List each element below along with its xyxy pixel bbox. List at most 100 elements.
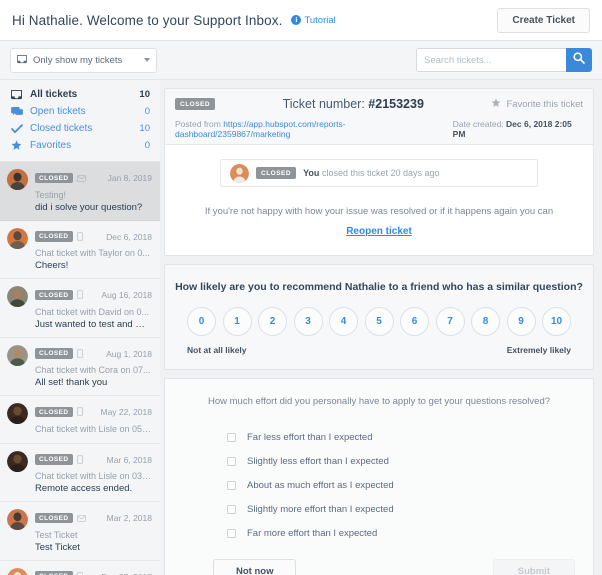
nps-score-4[interactable]: 4 (329, 307, 358, 336)
page-title: Hi Nathalie. Welcome to your Support Inb… (12, 13, 282, 28)
favorite-ticket-button[interactable]: Favorite this ticket (491, 95, 583, 113)
effort-option-about-as-much[interactable]: About as much effort as I expected (227, 473, 583, 497)
closed-note-text: You closed this ticket 20 days ago (303, 168, 439, 178)
ticket-header-meta: Posted from https://app.hubspot.com/repo… (175, 113, 583, 144)
ticket-list-item[interactable]: CLOSED Mar 2, 2018 Test Ticket Test Tick… (0, 502, 160, 561)
ticket-list-item[interactable]: CLOSED Dec 27, 2017 (0, 561, 160, 575)
ticket-list-item[interactable]: CLOSED Dec 6, 2018 Chat ticket with Tayl… (0, 221, 160, 280)
top-bar: Hi Nathalie. Welcome to your Support Inb… (0, 0, 602, 41)
avatar (7, 403, 28, 424)
sidebar-item-closed-tickets[interactable]: Closed tickets 10 (10, 120, 150, 137)
email-icon (77, 169, 86, 187)
ticket-list-item[interactable]: CLOSED Aug 16, 2018 Chat ticket with Dav… (0, 279, 160, 338)
chat-icon (77, 286, 83, 304)
effort-options: Far less effort than I expected Slightly… (227, 425, 583, 545)
effort-option-far-more[interactable]: Far more effort than I expected (227, 521, 583, 545)
ticket-content: CLOSED Mar 6, 2018 Chat ticket with Lisl… (35, 451, 152, 495)
tutorial-link-label[interactable]: Tutorial (304, 15, 335, 26)
ticket-header: CLOSED Ticket number: #2153239 Favorite … (165, 89, 593, 145)
ticket-content: CLOSED Dec 27, 2017 (35, 568, 152, 575)
checkbox-icon[interactable] (227, 529, 236, 538)
sidebar-item-open-tickets[interactable]: Open tickets 0 (10, 103, 150, 120)
nps-score-1[interactable]: 1 (223, 307, 252, 336)
sidebar-item-label: Open tickets (30, 106, 138, 117)
nps-scale[interactable]: 0 1 2 3 4 5 6 7 8 9 10 (175, 307, 583, 336)
sidebar: All tickets 10 Open tickets 0 Closed tic… (0, 80, 160, 575)
nps-score-10[interactable]: 10 (542, 307, 571, 336)
checkbox-icon[interactable] (227, 457, 236, 466)
survey-actions: Not now Submit (213, 559, 575, 575)
status-badge: CLOSED (35, 290, 73, 301)
ticket-subject: Chat ticket with Taylor on 0... (35, 248, 152, 258)
create-ticket-button[interactable]: Create Ticket (497, 8, 590, 33)
search-input[interactable] (416, 48, 566, 72)
nps-score-2[interactable]: 2 (258, 307, 287, 336)
ticket-list[interactable]: CLOSED Jan 8, 2019 Testing! did i solve … (0, 162, 160, 575)
chat-icon (10, 107, 23, 117)
nps-score-5[interactable]: 5 (365, 307, 394, 336)
nps-score-7[interactable]: 7 (436, 307, 465, 336)
status-badge: CLOSED (35, 231, 73, 242)
date-created: Date created: Dec 6, 2018 2:05 PM (453, 119, 583, 139)
ticket-snippet: Just wanted to test and ma... (35, 319, 152, 330)
checkbox-icon[interactable] (227, 481, 236, 490)
ticket-content: CLOSED Aug 1, 2018 Chat ticket with Cora… (35, 345, 152, 389)
avatar (7, 228, 28, 249)
ticket-body: CLOSED You closed this ticket 20 days ag… (165, 145, 593, 255)
avatar (7, 568, 28, 575)
checkbox-icon[interactable] (227, 433, 236, 442)
sidebar-nav: All tickets 10 Open tickets 0 Closed tic… (0, 80, 160, 162)
ticket-list-item[interactable]: CLOSED Mar 6, 2018 Chat ticket with Lisl… (0, 444, 160, 503)
effort-option-label: Slightly less effort than I expected (247, 456, 389, 467)
effort-option-slightly-less[interactable]: Slightly less effort than I expected (227, 449, 583, 473)
nps-score-0[interactable]: 0 (187, 307, 216, 336)
not-now-button[interactable]: Not now (213, 559, 296, 575)
ticket-content: CLOSED Mar 2, 2018 Test Ticket Test Tick… (35, 509, 152, 553)
ticket-subject: Test Ticket (35, 530, 152, 540)
ticket-list-item[interactable]: CLOSED Jan 8, 2019 Testing! did i solve … (0, 162, 160, 221)
nps-question: How likely are you to recommend Nathalie… (175, 281, 583, 293)
effort-option-far-less[interactable]: Far less effort than I expected (227, 425, 583, 449)
checkbox-icon[interactable] (227, 505, 236, 514)
nps-score-6[interactable]: 6 (400, 307, 429, 336)
ticket-list-item[interactable]: CLOSED Aug 1, 2018 Chat ticket with Cora… (0, 338, 160, 397)
star-icon (491, 95, 501, 113)
avatar (7, 286, 28, 307)
ticket-header-row: CLOSED Ticket number: #2153239 Favorite … (175, 95, 583, 113)
favorite-ticket-label: Favorite this ticket (506, 99, 583, 110)
tutorial-link-group[interactable]: i Tutorial (291, 15, 335, 26)
ticket-meta: CLOSED Aug 16, 2018 (35, 286, 152, 304)
ticket-number: Ticket number: #2153239 (215, 97, 491, 111)
sidebar-item-favorites[interactable]: Favorites 0 (10, 137, 150, 154)
ticket-subject: Testing! (35, 190, 152, 200)
status-badge: CLOSED (256, 167, 296, 179)
ticket-subject: Chat ticket with David on 0... (35, 307, 152, 317)
ticket-date: Dec 6, 2018 (106, 232, 152, 242)
ticket-date: Aug 16, 2018 (101, 290, 152, 300)
nps-score-8[interactable]: 8 (471, 307, 500, 336)
ticket-subject: Chat ticket with Cora on 07... (35, 365, 152, 375)
ticket-snippet: All set! thank you (35, 377, 152, 388)
effort-option-slightly-more[interactable]: Slightly more effort than I expected (227, 497, 583, 521)
ticket-date: Dec 27, 2017 (101, 572, 152, 575)
ticket-list-item[interactable]: CLOSED May 22, 2018 Chat ticket with Lis… (0, 396, 160, 444)
status-badge: CLOSED (35, 173, 73, 184)
chevron-down-icon (144, 58, 150, 62)
search-button[interactable] (566, 48, 592, 72)
ticket-card: CLOSED Ticket number: #2153239 Favorite … (164, 88, 594, 256)
nps-score-3[interactable]: 3 (294, 307, 323, 336)
chat-icon (77, 228, 83, 246)
closed-note-actor: You (303, 168, 319, 178)
ticket-filter-dropdown[interactable]: Only show my tickets (10, 48, 157, 73)
avatar (7, 169, 28, 190)
submit-button[interactable]: Submit (493, 559, 575, 575)
nps-score-9[interactable]: 9 (507, 307, 536, 336)
ticket-meta: CLOSED Mar 6, 2018 (35, 451, 152, 469)
ticket-content: CLOSED Dec 6, 2018 Chat ticket with Tayl… (35, 228, 152, 272)
reopen-ticket-link[interactable]: Reopen ticket (175, 226, 583, 237)
sidebar-item-all-tickets[interactable]: All tickets 10 (10, 86, 150, 103)
ticket-snippet: Test Ticket (35, 542, 152, 553)
posted-from: Posted from https://app.hubspot.com/repo… (175, 119, 453, 139)
ticket-meta: CLOSED Jan 8, 2019 (35, 169, 152, 187)
status-badge: CLOSED (35, 407, 73, 418)
